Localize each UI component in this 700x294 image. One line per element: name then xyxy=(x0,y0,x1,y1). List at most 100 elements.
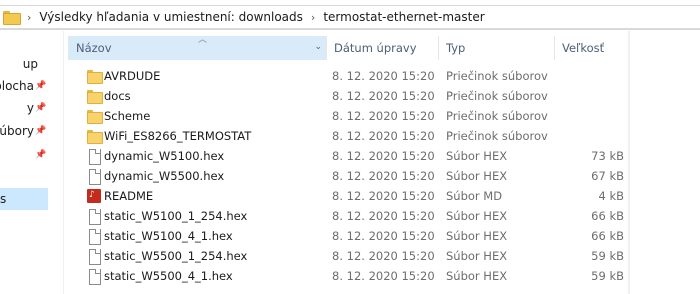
file-name[interactable]: static_W5500_4_1.hex xyxy=(104,266,233,286)
file-name[interactable]: docs xyxy=(104,86,131,106)
file-icon xyxy=(86,148,102,165)
file-row[interactable]: ♪ README 8. 12. 2020 15:20 Súbor MD 4 kB xyxy=(68,186,628,206)
file-icon xyxy=(86,208,102,225)
breadcrumb[interactable]: › Výsledky hľadania v umiestnení: downlo… xyxy=(0,5,700,29)
file-row[interactable]: WiFi_ES8266_TERMOSTAT 8. 12. 2020 15:20 Pr… xyxy=(68,126,628,146)
nav-item[interactable]: súbory 📌 xyxy=(0,120,48,142)
file-date: 8. 12. 2020 15:20 xyxy=(332,109,435,123)
column-header-date[interactable]: Dátum úpravy xyxy=(326,36,438,60)
file-type: Súbor HEX xyxy=(446,149,508,163)
file-type: Priečinok súborov xyxy=(446,109,548,123)
file-size: 59 kB xyxy=(591,249,624,263)
file-size: 66 kB xyxy=(591,229,624,243)
nav-item-label: súbory xyxy=(0,124,34,138)
pin-icon[interactable]: 📌 xyxy=(35,103,46,113)
file-icon xyxy=(86,168,102,185)
file-type: Súbor HEX xyxy=(446,169,508,183)
nav-item-label: y xyxy=(26,101,34,115)
file-row[interactable]: static_W5500_4_1.hex 8. 12. 2020 15:20 Súb… xyxy=(68,266,628,286)
nav-item[interactable]: 📌 xyxy=(0,144,48,166)
column-header-type[interactable]: Typ xyxy=(438,36,554,60)
file-type: Priečinok súborov xyxy=(446,89,548,103)
column-header-name-label: Názov xyxy=(76,41,112,55)
file-type: Súbor HEX xyxy=(446,229,508,243)
nav-item[interactable]: plocha 📌 xyxy=(0,75,48,97)
file-type: Priečinok súborov xyxy=(446,129,548,143)
folder-icon xyxy=(86,108,103,124)
file-size xyxy=(556,106,624,126)
file-name[interactable]: static_W5100_4_1.hex xyxy=(104,226,233,246)
navigation-pane: up plocha 📌 y 📌 súbory 📌 📌 s xyxy=(0,31,48,294)
column-header-date-label: Dátum úpravy xyxy=(334,41,417,55)
file-size: 59 kB xyxy=(591,269,624,283)
file-date: 8. 12. 2020 15:20 xyxy=(332,189,435,203)
file-icon xyxy=(86,248,102,265)
breadcrumb-separator-icon: › xyxy=(310,10,316,24)
file-row[interactable]: dynamic_W5500.hex 8. 12. 2020 15:20 Súbor … xyxy=(68,166,628,186)
file-name[interactable]: static_W5500_1_254.hex xyxy=(104,246,247,266)
column-header-name[interactable]: Názov ︿ ⌄ xyxy=(68,35,326,60)
pin-icon[interactable]: 📌 xyxy=(35,150,46,160)
nav-item-label: s xyxy=(0,192,7,206)
file-icon xyxy=(86,268,102,285)
file-name[interactable]: static_W5100_1_254.hex xyxy=(104,206,247,226)
nav-item-label: plocha xyxy=(0,79,34,93)
breadcrumb-item-search-results[interactable]: Výsledky hľadania v umiestnení: download… xyxy=(39,10,303,24)
breadcrumb-separator-icon: › xyxy=(27,10,32,24)
pane-divider xyxy=(628,31,630,294)
file-date: 8. 12. 2020 15:20 xyxy=(332,209,435,223)
file-row[interactable]: static_W5500_1_254.hex 8. 12. 2020 15:20 S… xyxy=(68,246,628,266)
sort-ascending-icon: ︿ xyxy=(198,35,208,45)
file-name[interactable]: dynamic_W5100.hex xyxy=(104,146,224,166)
markdown-file-icon: ♪ xyxy=(86,188,102,204)
column-header-size[interactable]: Veľkosť xyxy=(554,36,628,60)
file-date: 8. 12. 2020 15:20 xyxy=(332,229,435,243)
file-row[interactable]: AVRDUDE 8. 12. 2020 15:20 Priečinok súboro… xyxy=(68,66,628,86)
nav-item[interactable]: y 📌 xyxy=(0,97,48,119)
file-size: 73 kB xyxy=(591,149,624,163)
column-header-type-label: Typ xyxy=(446,41,466,55)
file-type: Priečinok súborov xyxy=(446,69,548,83)
file-size xyxy=(556,126,624,146)
file-name[interactable]: Scheme xyxy=(104,106,150,126)
file-size xyxy=(556,86,624,106)
folder-icon xyxy=(86,128,103,144)
chevron-down-icon[interactable]: ⌄ xyxy=(314,42,322,52)
file-date: 8. 12. 2020 15:20 xyxy=(332,89,435,103)
pin-icon[interactable]: 📌 xyxy=(35,126,46,136)
file-row[interactable]: static_W5100_4_1.hex 8. 12. 2020 15:20 Súb… xyxy=(68,226,628,246)
file-type: Súbor HEX xyxy=(446,209,508,223)
file-date: 8. 12. 2020 15:20 xyxy=(332,149,435,163)
file-row[interactable]: static_W5100_1_254.hex 8. 12. 2020 15:20 S… xyxy=(68,206,628,226)
file-date: 8. 12. 2020 15:20 xyxy=(332,69,435,83)
pane-divider[interactable] xyxy=(63,31,64,294)
breadcrumb-item-folder[interactable]: termostat-ethernet-master xyxy=(323,10,484,24)
nav-item-label: up xyxy=(22,57,38,71)
file-date: 8. 12. 2020 15:20 xyxy=(332,129,435,143)
folder-icon xyxy=(86,88,103,104)
file-type: Súbor HEX xyxy=(446,249,508,263)
file-icon xyxy=(86,228,102,245)
column-header-size-label: Veľkosť xyxy=(562,41,605,55)
file-row[interactable]: dynamic_W5100.hex 8. 12. 2020 15:20 Súbor … xyxy=(68,146,628,166)
file-date: 8. 12. 2020 15:20 xyxy=(332,169,435,183)
nav-item-selected[interactable]: s xyxy=(0,188,48,210)
file-size: 66 kB xyxy=(591,209,624,223)
file-row[interactable]: Scheme 8. 12. 2020 15:20 Priečinok súborov xyxy=(68,106,628,126)
file-size: 67 kB xyxy=(591,169,624,183)
column-header-row: Názov ︿ ⌄ Dátum úpravy Typ Veľkosť xyxy=(68,35,629,60)
file-type: Súbor HEX xyxy=(446,269,508,283)
file-name[interactable]: AVRDUDE xyxy=(104,66,160,86)
pin-icon[interactable]: 📌 xyxy=(35,81,46,91)
nav-item[interactable]: up xyxy=(0,53,48,75)
file-size xyxy=(556,66,624,86)
folder-icon xyxy=(3,11,21,25)
file-size: 4 kB xyxy=(598,189,624,203)
file-name[interactable]: README xyxy=(104,186,153,206)
file-row[interactable]: docs 8. 12. 2020 15:20 Priečinok súborov xyxy=(68,86,628,106)
file-date: 8. 12. 2020 15:20 xyxy=(332,269,435,283)
file-name[interactable]: WiFi_ES8266_TERMOSTAT xyxy=(104,126,251,146)
file-name[interactable]: dynamic_W5500.hex xyxy=(104,166,224,186)
address-bar[interactable]: › Výsledky hľadania v umiestnení: downlo… xyxy=(0,0,700,30)
folder-icon xyxy=(86,68,103,84)
